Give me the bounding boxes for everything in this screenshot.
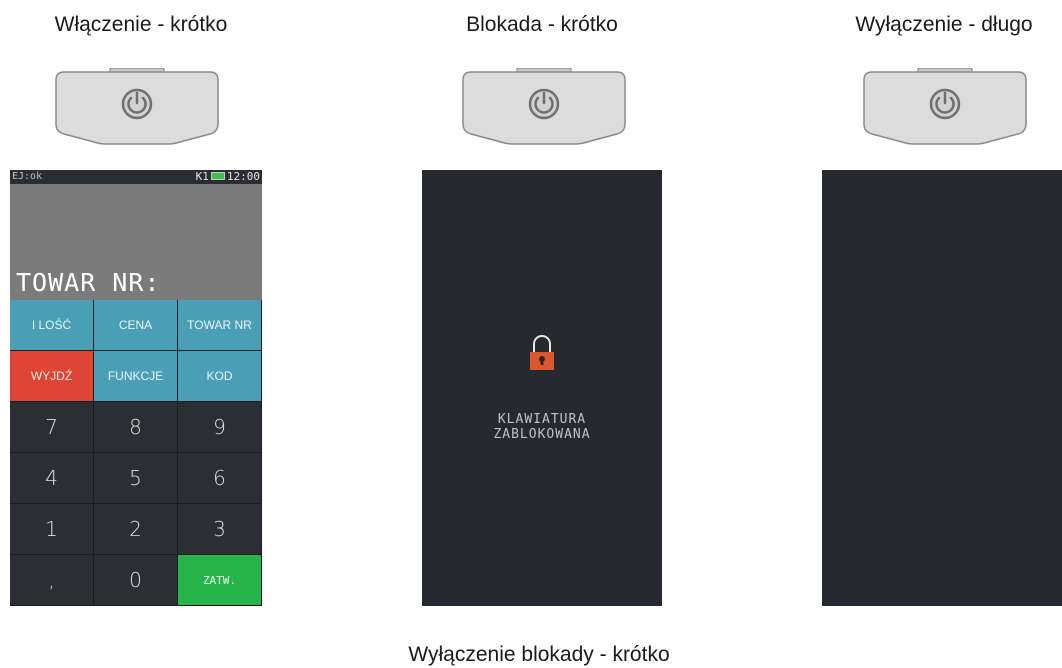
key-comma[interactable]: , — [10, 555, 94, 606]
caption-unlock: Wyłączenie blokady - krótko — [408, 643, 670, 666]
key-0[interactable]: 0 — [94, 555, 178, 606]
battery-icon — [210, 172, 225, 180]
key-7[interactable]: 7 — [10, 402, 94, 453]
power-icon — [121, 88, 153, 120]
key-1[interactable]: 1 — [10, 504, 94, 555]
key-8[interactable]: 8 — [94, 402, 178, 453]
lock-message-line1: KLAWIATURA — [497, 412, 587, 427]
status-right: K1 12:00 — [196, 170, 260, 183]
device-screen-off — [822, 170, 1062, 606]
key-6[interactable]: 6 — [178, 453, 262, 504]
key-funkcje[interactable]: FUNKCJE — [94, 351, 178, 402]
key-kod[interactable]: KOD — [178, 351, 262, 402]
key-4[interactable]: 4 — [10, 453, 94, 504]
key-cena[interactable]: CENA — [94, 300, 178, 351]
caption-power-off: Wyłączenie - długo — [855, 13, 1033, 36]
clock: 12:00 — [226, 170, 260, 183]
caption-power-on: Włączenie - krótko — [54, 13, 228, 36]
device-screen-active: EJ:ok K1 12:00 TOWAR NR: I LOŚĆ CENA TOWAR … — [10, 170, 262, 606]
lock-message-line2: ZABLOKOWANA — [493, 427, 591, 442]
power-icon — [528, 88, 560, 120]
key-towar-nr[interactable]: TOWAR NR — [178, 300, 262, 351]
status-bar: EJ:ok K1 12:00 — [10, 170, 262, 184]
caption-lock: Blokada - krótko — [466, 13, 618, 36]
prompt-text: TOWAR NR: — [16, 268, 161, 297]
keypad: I LOŚĆ CENA TOWAR NR WYJDŹ FUNKCJE KOD 7 8 9 4 5 6 1… — [10, 300, 262, 606]
power-button-illustration-2 — [462, 68, 626, 145]
power-button-illustration-3 — [863, 68, 1027, 145]
key-3[interactable]: 3 — [178, 504, 262, 555]
key-2[interactable]: 2 — [94, 504, 178, 555]
display-area: TOWAR NR: — [10, 184, 262, 300]
key-wyjdź[interactable]: WYJDŹ — [10, 351, 94, 402]
power-icon — [929, 88, 961, 120]
key-zatw[interactable]: ZATW. — [178, 555, 262, 606]
device-screen-locked: KLAWIATURA ZABLOKOWANA — [422, 170, 662, 606]
key-i-lość[interactable]: I LOŚĆ — [10, 300, 94, 351]
key-5[interactable]: 5 — [94, 453, 178, 504]
power-button-illustration-1 — [55, 68, 219, 145]
key-9[interactable]: 9 — [178, 402, 262, 453]
ej-status: EJ:ok — [12, 171, 43, 182]
padlock-icon — [530, 335, 554, 370]
k1-label: K1 — [195, 170, 209, 183]
